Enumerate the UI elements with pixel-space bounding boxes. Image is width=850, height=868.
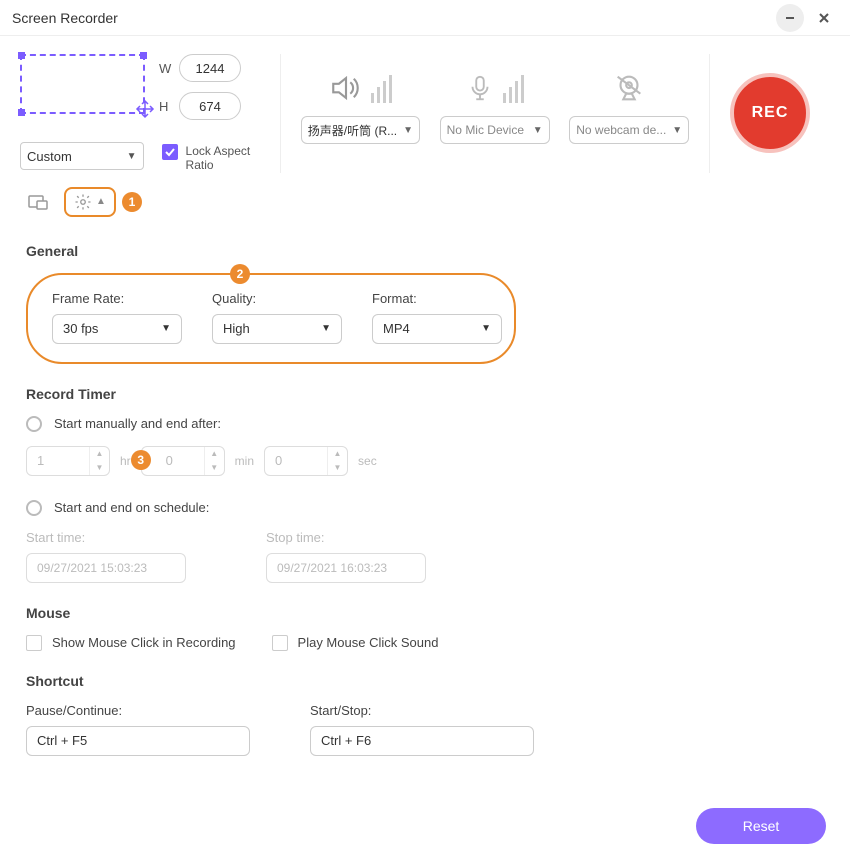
pip-button[interactable] bbox=[22, 187, 54, 217]
settings-toggle[interactable]: ▲ bbox=[64, 187, 116, 217]
frame-rate-select[interactable]: 30 fps▼ bbox=[52, 314, 182, 344]
webcam-column: No webcam de...▼ bbox=[569, 54, 689, 173]
device-columns: 扬声器/听筒 (R...▼ No Mic Device▼ bbox=[280, 54, 710, 173]
height-label: H bbox=[159, 99, 179, 114]
seconds-unit: sec bbox=[358, 454, 377, 468]
stop-time-label: Stop time: bbox=[266, 530, 426, 545]
capture-area-preview[interactable] bbox=[20, 54, 145, 114]
step-badge-1: 1 bbox=[122, 192, 142, 212]
region-mode-select[interactable]: Custom▼ bbox=[20, 142, 144, 170]
manual-radio-label: Start manually and end after: bbox=[54, 416, 221, 431]
settings-panel: General 2 Frame Rate: 30 fps▼ Quality: H… bbox=[0, 221, 850, 756]
manual-radio[interactable] bbox=[26, 416, 42, 432]
play-sound-checkbox[interactable] bbox=[272, 635, 288, 651]
frame-rate-label: Frame Rate: bbox=[52, 291, 182, 306]
shortcut-heading: Shortcut bbox=[26, 673, 824, 689]
pause-shortcut-input[interactable]: Ctrl + F5 bbox=[26, 726, 250, 756]
minimize-button[interactable] bbox=[776, 4, 804, 32]
step-badge-2: 2 bbox=[230, 264, 250, 284]
app-window: Screen Recorder bbox=[0, 0, 850, 868]
show-click-checkbox[interactable] bbox=[26, 635, 42, 651]
format-label: Format: bbox=[372, 291, 502, 306]
webcam-select[interactable]: No webcam de...▼ bbox=[569, 116, 689, 144]
quality-select[interactable]: High▼ bbox=[212, 314, 342, 344]
top-controls: W 1244 H 674 Custom▼ Lock bbox=[0, 36, 850, 173]
start-time-label: Start time: bbox=[26, 530, 186, 545]
play-sound-label: Play Mouse Click Sound bbox=[298, 635, 439, 650]
width-input[interactable]: 1244 bbox=[179, 54, 241, 82]
start-shortcut-input[interactable]: Ctrl + F6 bbox=[310, 726, 534, 756]
webcam-icon bbox=[612, 60, 646, 116]
general-heading: General bbox=[26, 243, 824, 259]
format-select[interactable]: MP4▼ bbox=[372, 314, 502, 344]
window-title: Screen Recorder bbox=[12, 10, 118, 26]
speaker-select[interactable]: 扬声器/听筒 (R...▼ bbox=[301, 116, 420, 144]
speaker-column: 扬声器/听筒 (R...▼ bbox=[301, 54, 420, 173]
minutes-unit: min bbox=[235, 454, 254, 468]
schedule-radio-label: Start and end on schedule: bbox=[54, 500, 209, 515]
speaker-icon bbox=[329, 60, 392, 116]
mouse-heading: Mouse bbox=[26, 605, 824, 621]
start-shortcut-label: Start/Stop: bbox=[310, 703, 534, 718]
gear-icon bbox=[74, 193, 92, 211]
dimension-inputs: W 1244 H 674 bbox=[159, 54, 241, 130]
width-label: W bbox=[159, 61, 179, 76]
minutes-input[interactable]: 0▲▼ bbox=[141, 446, 225, 476]
height-input[interactable]: 674 bbox=[179, 92, 241, 120]
schedule-radio[interactable] bbox=[26, 500, 42, 516]
record-button[interactable]: REC bbox=[730, 73, 810, 153]
lock-aspect-checkbox[interactable] bbox=[162, 144, 178, 160]
general-highlight: 2 Frame Rate: 30 fps▼ Quality: High▼ For… bbox=[26, 273, 516, 364]
reset-button[interactable]: Reset bbox=[696, 808, 826, 844]
mic-icon bbox=[465, 60, 524, 116]
footer: Reset bbox=[0, 792, 850, 868]
record-column: REC bbox=[710, 54, 830, 173]
mic-select[interactable]: No Mic Device▼ bbox=[440, 116, 550, 144]
mic-column: No Mic Device▼ bbox=[440, 54, 550, 173]
close-button[interactable] bbox=[810, 4, 838, 32]
capture-area-column: W 1244 H 674 Custom▼ Lock bbox=[20, 54, 280, 173]
start-time-input[interactable]: 09/27/2021 15:03:23 bbox=[26, 553, 186, 583]
step-badge-3: 3 bbox=[131, 450, 151, 470]
titlebar: Screen Recorder bbox=[0, 0, 850, 36]
hours-unit: hr bbox=[120, 454, 131, 468]
quality-label: Quality: bbox=[212, 291, 342, 306]
move-icon bbox=[135, 99, 155, 124]
hours-input[interactable]: 1▲▼ bbox=[26, 446, 110, 476]
timer-heading: Record Timer bbox=[26, 386, 824, 402]
seconds-input[interactable]: 0▲▼ bbox=[264, 446, 348, 476]
stop-time-input[interactable]: 09/27/2021 16:03:23 bbox=[266, 553, 426, 583]
lock-aspect-label: Lock Aspect Ratio bbox=[186, 144, 280, 173]
show-click-label: Show Mouse Click in Recording bbox=[52, 635, 236, 650]
chevron-up-icon: ▲ bbox=[96, 196, 106, 207]
pause-shortcut-label: Pause/Continue: bbox=[26, 703, 250, 718]
toolbar: ▲ 1 bbox=[0, 173, 850, 221]
